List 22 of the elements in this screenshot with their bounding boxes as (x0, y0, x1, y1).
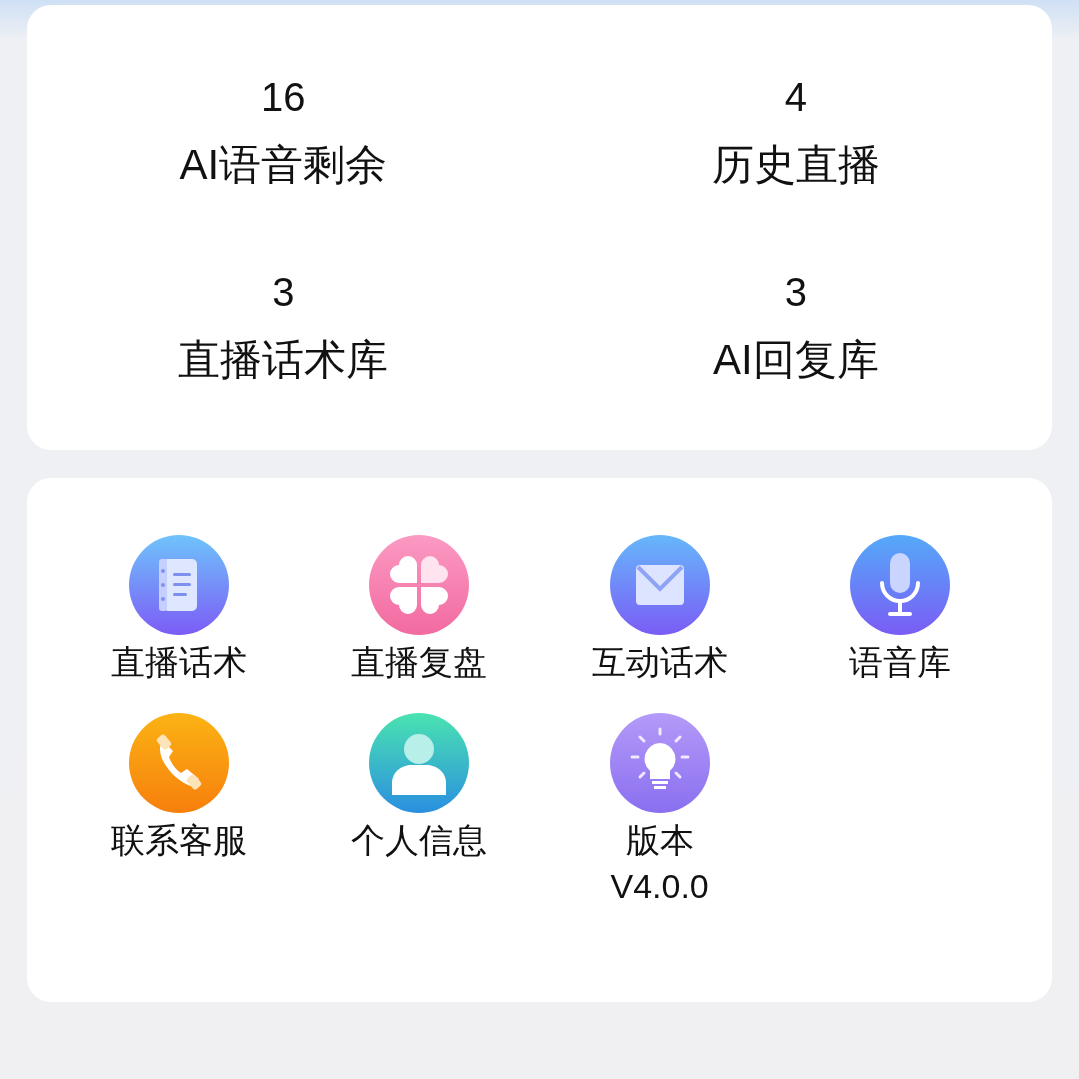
menu-item[interactable]: 直播话术 (59, 535, 300, 685)
menu-item[interactable]: 语音库 (779, 535, 1020, 685)
stat-label: AI回复库 (712, 335, 879, 385)
notebook-icon (129, 535, 230, 635)
stat-label: 直播话术库 (178, 335, 389, 385)
menu-item[interactable]: 版本 V4.0.0 (539, 713, 780, 909)
stat-value: 4 (784, 74, 807, 121)
stat-label: AI语音剩余 (179, 140, 388, 190)
stat-label: 历史直播 (711, 140, 880, 190)
lightbulb-icon (609, 713, 710, 813)
menu-item[interactable]: 个人信息 (299, 713, 540, 909)
menu-item[interactable]: 联系客服 (59, 713, 300, 909)
stat-value: 3 (784, 269, 807, 316)
clover-icon (369, 535, 470, 635)
stat-value: 16 (261, 74, 306, 121)
microphone-icon (849, 535, 950, 635)
envelope-icon (609, 535, 710, 635)
phone-icon (129, 713, 230, 813)
person-icon (369, 713, 470, 813)
stat-value: 3 (272, 269, 295, 316)
menu-item[interactable]: 直播复盘 (299, 535, 540, 685)
menu-item[interactable]: 互动话术 (539, 535, 780, 685)
